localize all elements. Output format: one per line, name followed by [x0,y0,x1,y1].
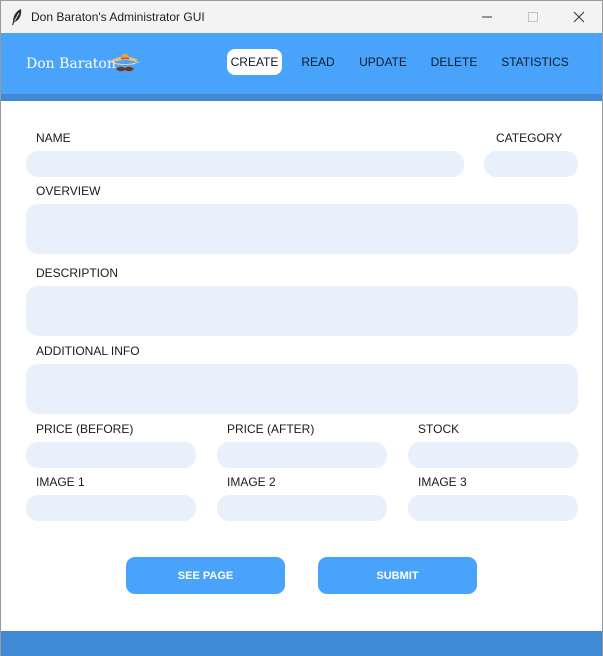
image2-label: IMAGE 2 [227,475,276,489]
tab-read[interactable]: READ [297,49,339,75]
additional-info-label: ADDITIONAL INFO [36,344,140,358]
close-button[interactable] [556,1,602,33]
price-after-input[interactable] [217,442,387,468]
close-icon [573,11,585,23]
tab-statistics[interactable]: STATISTICS [497,49,573,75]
overview-textarea[interactable] [26,204,578,254]
tab-delete[interactable]: DELETE [427,49,481,75]
header-bar: Don Baraton CREATE READ UPDATE DELETE ST… [1,33,602,94]
image2-input[interactable] [217,495,387,521]
sombrero-mustache-logo-icon [109,53,141,72]
additional-info-textarea[interactable] [26,364,578,414]
image1-input[interactable] [26,495,196,521]
image1-label: IMAGE 1 [36,475,85,489]
price-before-input[interactable] [26,442,196,468]
category-input[interactable] [484,151,578,177]
feather-icon [12,9,22,25]
submit-button[interactable]: SUBMIT [318,557,477,594]
stock-input[interactable] [408,442,578,468]
app-window: Don Baraton's Administrator GUI Don Bara… [0,0,603,656]
stock-label: STOCK [418,422,460,436]
tab-update[interactable]: UPDATE [355,49,411,75]
image3-label: IMAGE 3 [418,475,467,489]
price-after-label: PRICE (AFTER) [227,422,315,436]
header-divider [1,94,602,101]
description-label: DESCRIPTION [36,266,119,280]
overview-label: OVERVIEW [36,184,101,198]
minimize-icon [482,16,492,18]
tab-create[interactable]: CREATE [227,49,282,75]
minimize-button[interactable] [464,1,510,33]
window-title: Don Baraton's Administrator GUI [31,10,205,24]
image3-input[interactable] [408,495,578,521]
footer-bar [1,631,602,656]
name-label: NAME [36,131,71,145]
description-textarea[interactable] [26,286,578,336]
maximize-button[interactable] [510,1,556,33]
name-input[interactable] [26,151,464,177]
category-label: CATEGORY [496,131,563,145]
brand-name: Don Baraton [26,56,116,72]
price-before-label: PRICE (BEFORE) [36,422,134,436]
see-page-button[interactable]: SEE PAGE [126,557,285,594]
maximize-icon [528,12,538,22]
title-bar[interactable]: Don Baraton's Administrator GUI [1,1,602,33]
